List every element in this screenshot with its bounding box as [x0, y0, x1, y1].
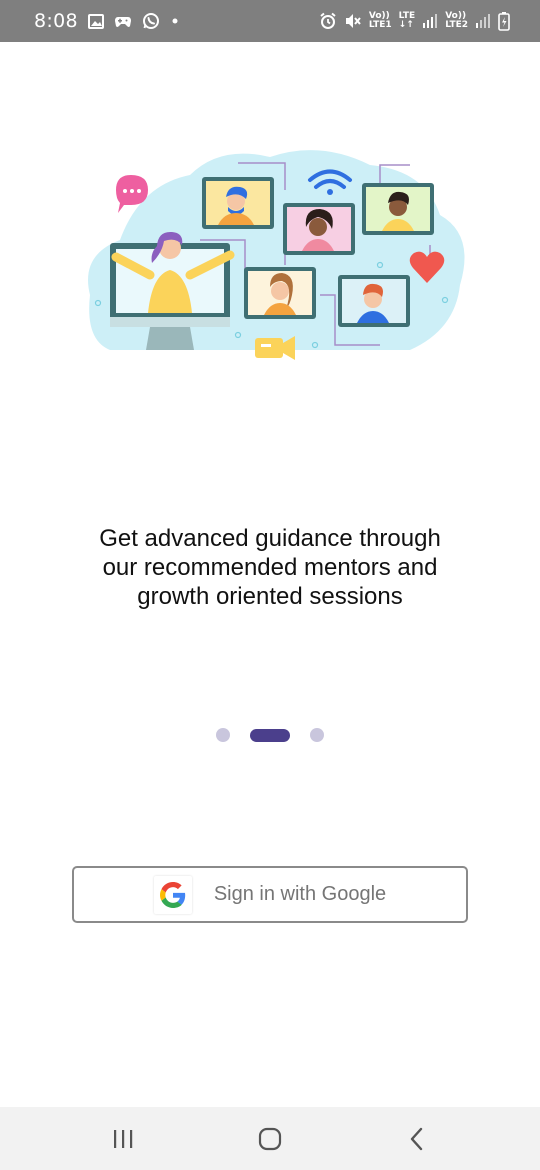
onboarding-tagline: Get advanced guidance through our recomm…: [40, 524, 500, 611]
recent-apps-button[interactable]: [93, 1114, 153, 1164]
home-button[interactable]: [240, 1114, 300, 1164]
game-controller-icon: [114, 14, 132, 29]
system-navigation-bar: [0, 1107, 540, 1170]
tagline-line-3: growth oriented sessions: [137, 583, 403, 610]
sim2-network-label: LTE2: [445, 20, 468, 30]
google-g-icon: [153, 875, 192, 914]
status-bar: 8:08 Vo)) LTE1 LTE ↓↑ Vo)) LTE2: [0, 0, 540, 42]
sim1-data-arrows: ↓↑: [398, 20, 414, 30]
back-button[interactable]: [387, 1114, 447, 1164]
home-icon: [258, 1127, 282, 1150]
battery-charging-icon: [498, 11, 510, 31]
sim1-bars-icon: [422, 13, 438, 29]
notification-dot-icon: [170, 16, 180, 26]
tagline-line-2: our recommended mentors and: [102, 554, 438, 581]
sim1-lte-indicator: LTE ↓↑: [399, 12, 416, 30]
back-icon: [410, 1127, 422, 1150]
sim1-signal-icon: Vo)) LTE1: [369, 12, 392, 30]
clock: 8:08: [34, 10, 78, 32]
recent-apps-icon: [114, 1129, 133, 1148]
sim2-bars-icon: [475, 13, 491, 29]
google-sign-in-button[interactable]: Sign in with Google: [72, 866, 468, 923]
whatsapp-icon: [142, 12, 160, 30]
video-conference-illustration: [80, 145, 470, 370]
google-sign-in-label: Sign in with Google: [213, 883, 387, 905]
sim2-signal-icon: Vo)) LTE2: [445, 12, 468, 30]
page-dot-2-active[interactable]: [250, 728, 290, 742]
status-bar-left: 8:08: [34, 10, 180, 32]
status-bar-right: Vo)) LTE1 LTE ↓↑ Vo)) LTE2: [319, 11, 510, 31]
page-dot-1[interactable]: [216, 728, 230, 742]
page-dot-3[interactable]: [310, 728, 324, 742]
sim1-network-label: LTE1: [368, 20, 392, 30]
tagline-line-1: Get advanced guidance through: [99, 525, 441, 552]
mute-icon: [344, 12, 362, 30]
gallery-icon: [87, 13, 104, 29]
page-indicator: [0, 727, 540, 743]
alarm-icon: [319, 12, 337, 30]
